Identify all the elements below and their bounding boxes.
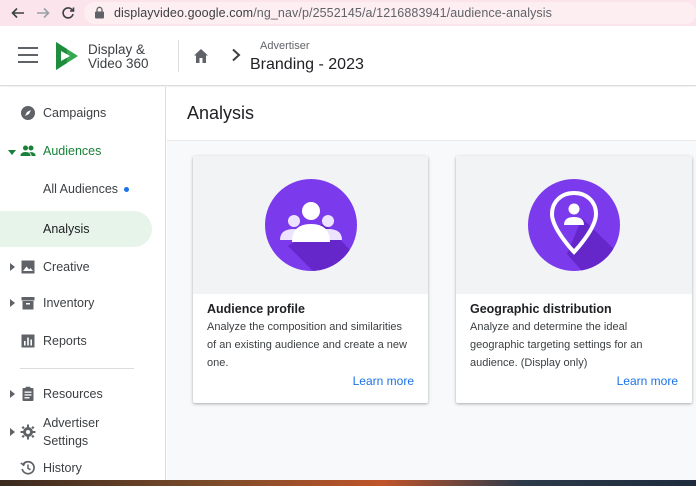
card-hero	[456, 156, 692, 294]
sidebar-item-label-line1: Advertiser	[43, 416, 100, 430]
reload-icon[interactable]	[56, 1, 80, 25]
address-bar[interactable]: displayvideo.google.com/ng_nav/p/2552145…	[84, 2, 696, 24]
menu-icon[interactable]	[18, 47, 38, 63]
chevron-right-icon	[232, 48, 241, 62]
sidebar-item-label: History	[43, 461, 82, 475]
learn-more-link[interactable]: Learn more	[470, 374, 678, 388]
sidebar-item-all-audiences[interactable]: All Audiences	[0, 171, 165, 207]
clipboard-icon	[22, 386, 34, 401]
main-content: Analysis Audience profile Analyze the co…	[167, 87, 696, 486]
sidebar-item-label: Advertiser Settings	[43, 414, 99, 450]
sidebar-item-audiences[interactable]: Audiences	[0, 133, 165, 169]
image-icon	[21, 260, 35, 274]
sidebar-item-reports[interactable]: Reports	[0, 323, 165, 359]
home-icon[interactable]	[192, 47, 210, 65]
back-arrow-icon[interactable]	[6, 1, 30, 25]
sidebar-item-label: All Audiences	[43, 182, 119, 196]
sidebar-nav: Campaigns Audiences All Audiences Analys…	[0, 87, 166, 486]
product-name-line2: Video 360	[88, 56, 149, 71]
caret-right-icon	[10, 263, 15, 271]
page-title: Analysis	[187, 103, 255, 123]
product-name: Display & Video 360	[88, 43, 149, 71]
sidebar-item-analysis[interactable]: Analysis	[0, 211, 152, 247]
sidebar-item-label: Inventory	[43, 296, 95, 310]
sidebar-item-creative[interactable]: Creative	[0, 249, 165, 285]
page-title-bar: Analysis	[167, 87, 696, 141]
header-divider	[178, 40, 179, 72]
advertiser-selector[interactable]: Branding - 2023	[250, 56, 364, 74]
caret-right-icon	[10, 428, 15, 436]
sidebar-item-label: Analysis	[43, 222, 90, 236]
compass-icon	[21, 106, 35, 120]
url-path: /ng_nav/p/2552145/a/1216883941/audience-…	[253, 6, 552, 20]
card-description: Analyze the composition and similarities…	[207, 321, 407, 369]
card-hero	[193, 156, 428, 294]
card-body: Geographic distribution Analyze and dete…	[456, 294, 692, 400]
audience-profile-card[interactable]: Audience profile Analyze the composition…	[193, 156, 428, 403]
taskbar-strip	[0, 480, 696, 486]
url-text: displayvideo.google.com/ng_nav/p/2552145…	[114, 6, 552, 20]
gear-icon	[20, 424, 36, 440]
caret-down-icon	[8, 150, 16, 155]
browser-toolbar: displayvideo.google.com/ng_nav/p/2552145…	[0, 0, 696, 26]
sidebar-item-inventory[interactable]: Inventory	[0, 285, 165, 321]
sidebar-item-advertiser-settings[interactable]: Advertiser Settings	[0, 411, 165, 453]
sidebar-item-resources[interactable]: Resources	[0, 376, 165, 412]
sidebar-item-label: Campaigns	[43, 106, 107, 120]
app-header: Display & Video 360 Advertiser Branding …	[0, 26, 696, 86]
lock-icon	[94, 6, 106, 20]
new-indicator-dot	[124, 186, 129, 192]
geographic-distribution-card[interactable]: Geographic distribution Analyze and dete…	[456, 156, 692, 403]
sidebar-item-label-line2: Settings	[43, 434, 89, 448]
sidebar-item-label: Creative	[43, 260, 90, 274]
sidebar-item-campaigns[interactable]: Campaigns	[0, 95, 165, 131]
card-title: Geographic distribution	[470, 302, 612, 316]
card-body: Audience profile Analyze the composition…	[193, 294, 428, 400]
people-icon	[20, 145, 36, 156]
card-title: Audience profile	[207, 302, 305, 316]
audience-group-icon	[264, 179, 357, 271]
url-host: displayvideo.google.com	[114, 6, 254, 20]
sidebar-item-label: Audiences	[43, 144, 102, 158]
learn-more-link[interactable]: Learn more	[207, 374, 414, 388]
breadcrumb-label: Advertiser	[260, 40, 310, 52]
sidebar-divider	[20, 368, 134, 369]
sidebar-item-label: Reports	[43, 334, 87, 348]
caret-right-icon	[10, 390, 15, 398]
forward-arrow-icon[interactable]	[31, 1, 55, 25]
inventory-icon	[21, 297, 35, 310]
history-icon	[20, 460, 35, 475]
caret-right-icon	[10, 299, 15, 307]
bar-chart-icon	[21, 334, 35, 348]
sidebar-item-label: Resources	[43, 387, 103, 401]
location-person-icon	[528, 179, 620, 271]
dv360-logo	[56, 42, 78, 70]
product-name-line1: Display &	[88, 42, 146, 57]
card-description: Analyze and determine the ideal geograph…	[470, 321, 643, 369]
